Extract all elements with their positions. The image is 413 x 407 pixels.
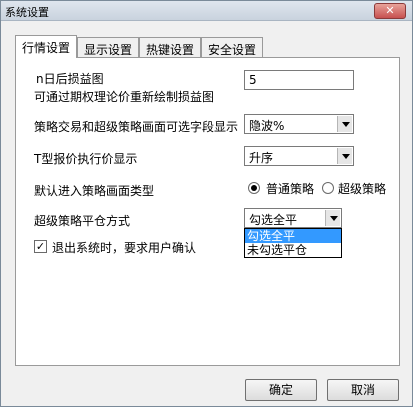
radio-super-strategy[interactable]	[322, 182, 334, 194]
tab-hotkey-settings[interactable]: 热键设置	[139, 37, 202, 57]
radio-normal-label[interactable]: 普通策略	[266, 180, 314, 197]
close-mode-dropdown: 勾选全平 未勾选平仓	[244, 228, 342, 258]
dropdown-option[interactable]: 勾选全平	[245, 229, 341, 243]
chevron-down-icon[interactable]	[325, 210, 340, 226]
n-day-label: n日后损益图	[36, 72, 104, 86]
close-button[interactable]: ✕	[374, 3, 406, 19]
close-mode-label: 超级策略平仓方式	[34, 214, 131, 228]
title-bar: 系统设置 ✕	[1, 1, 412, 21]
default-view-label: 默认进入策略画面类型	[34, 184, 155, 198]
tab-display-settings[interactable]: 显示设置	[77, 37, 140, 57]
close-mode-select[interactable]: 勾选全平	[244, 208, 342, 228]
settings-dialog: 系统设置 ✕ 行情设置 显示设置 热键设置 安全设置 n日后损益图 可通过期权理…	[0, 0, 413, 407]
n-day-input[interactable]: 5	[244, 70, 354, 90]
t-quote-select-value: 升序	[249, 151, 274, 165]
radio-super-label[interactable]: 超级策略	[338, 180, 386, 197]
n-day-sublabel: 可通过期权理论价重新绘制损益图	[34, 90, 215, 104]
dropdown-option[interactable]: 未勾选平仓	[245, 243, 341, 257]
fields-select[interactable]: 隐波%	[244, 114, 354, 134]
tab-security-settings[interactable]: 安全设置	[201, 37, 264, 57]
confirm-exit-checkbox[interactable]: ✓	[34, 240, 47, 253]
ok-button[interactable]: 确定	[245, 379, 317, 401]
t-quote-label: T型报价执行价显示	[34, 152, 138, 166]
chevron-down-icon[interactable]	[337, 148, 352, 164]
chevron-down-icon[interactable]	[337, 116, 352, 132]
close-mode-select-value: 勾选全平	[249, 213, 298, 227]
t-quote-select[interactable]: 升序	[244, 146, 354, 166]
tab-quote-settings[interactable]: 行情设置	[15, 35, 78, 58]
radio-normal-strategy[interactable]	[248, 182, 260, 194]
cancel-button[interactable]: 取消	[327, 379, 399, 401]
confirm-exit-label[interactable]: 退出系统时，要求用户确认	[52, 239, 196, 256]
fields-select-value: 隐波%	[249, 119, 285, 133]
settings-panel: n日后损益图 可通过期权理论价重新绘制损益图 5 策略交易和超级策略画面可选字段…	[15, 57, 400, 366]
window-title: 系统设置	[5, 6, 49, 19]
fields-label: 策略交易和超级策略画面可选字段显示	[34, 120, 239, 134]
